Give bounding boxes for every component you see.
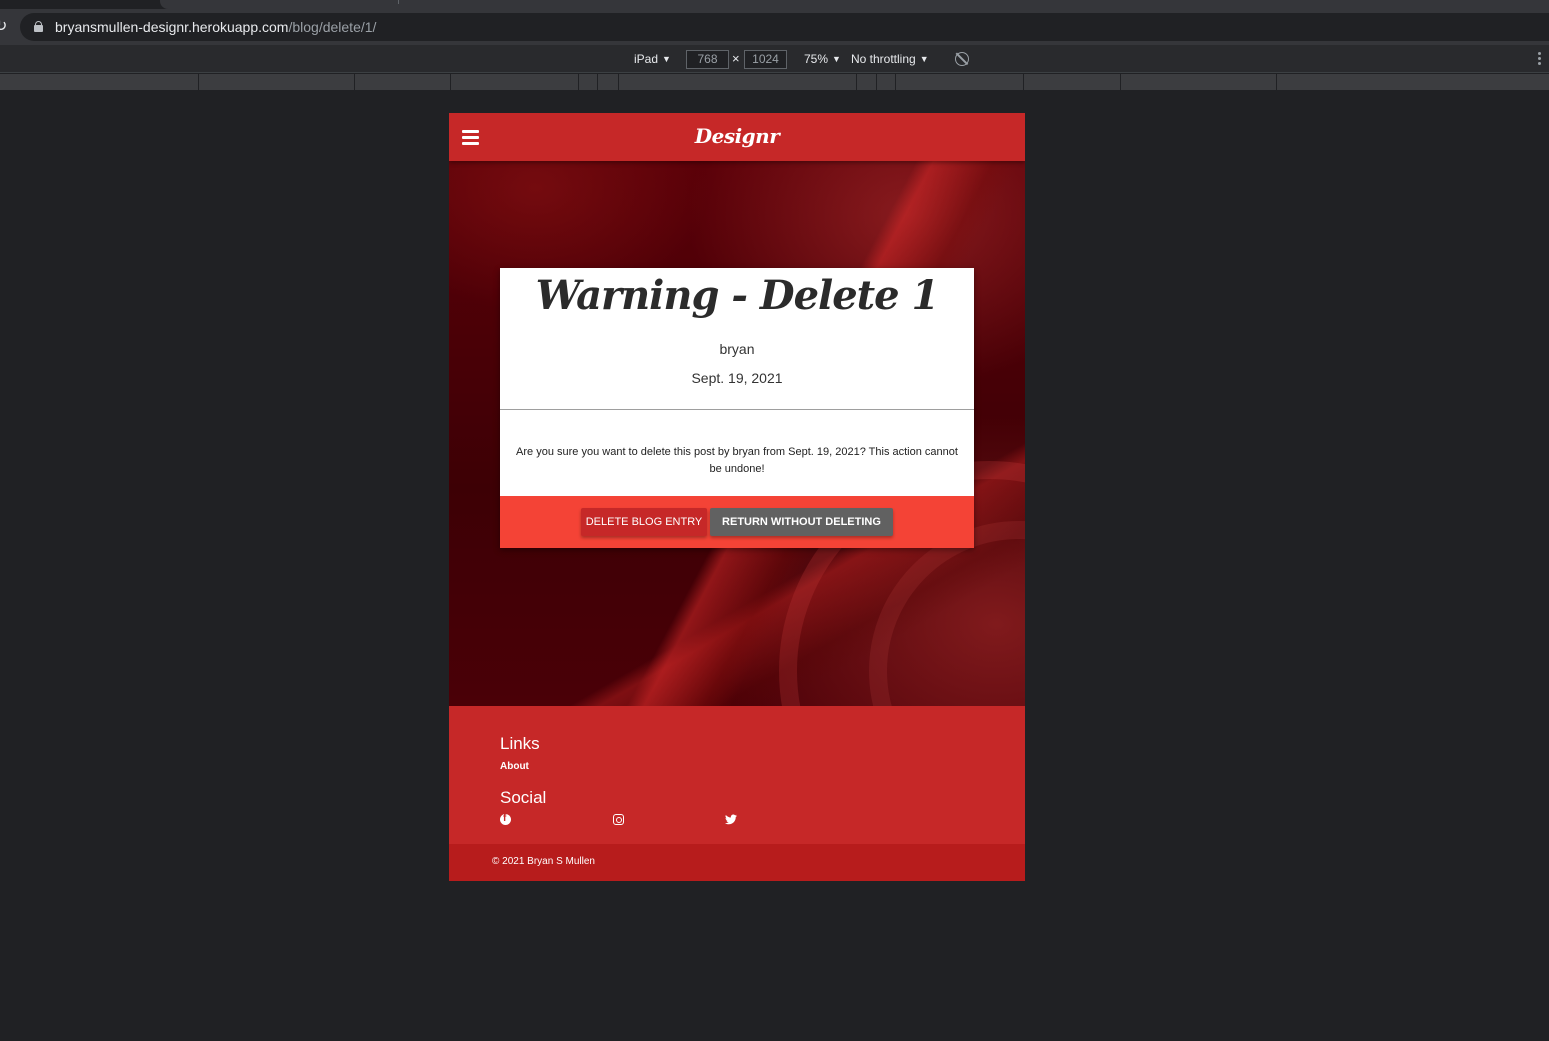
- footer-about-link[interactable]: About: [500, 761, 529, 772]
- width-input[interactable]: 768: [686, 50, 729, 69]
- post-author: bryan: [719, 341, 755, 357]
- chevron-down-icon: ▼: [662, 54, 671, 64]
- delete-warning-card: Warning - Delete 1 bryan Sept. 19, 2021 …: [500, 268, 974, 548]
- tab-separator: [398, 0, 399, 4]
- throttling-select[interactable]: No throttling ▼: [851, 52, 929, 66]
- device-viewport: Designr Warning - Delete 1 bryan Sept. 1…: [449, 113, 1025, 881]
- throttling-value: No throttling: [851, 52, 916, 66]
- active-tab[interactable]: [160, 0, 1549, 9]
- tab-strip: [0, 0, 1549, 9]
- card-title: Warning - Delete 1: [535, 272, 940, 319]
- instagram-icon[interactable]: [613, 814, 624, 825]
- chevron-down-icon: ▼: [919, 54, 929, 64]
- twitter-icon[interactable]: [725, 814, 737, 825]
- browser-toolbar: ↻ bryansmullen-designr.herokuapp.com/blo…: [0, 9, 1549, 45]
- footer-links-heading: Links: [500, 734, 540, 753]
- rotate-icon[interactable]: [955, 52, 969, 66]
- copyright-text: © 2021 Bryan S Mullen: [492, 856, 595, 867]
- media-query-bar[interactable]: [0, 74, 1549, 90]
- site-footer: Links About Social: [449, 706, 1025, 844]
- warning-message: Are you sure you want to delete this pos…: [516, 446, 958, 475]
- device-toolbar: iPad ▼ 768 × 1024 75% ▼ No throttling ▼: [0, 45, 1549, 73]
- delete-blog-entry-button[interactable]: Delete Blog Entry: [581, 508, 707, 536]
- reload-icon[interactable]: ↻: [0, 16, 8, 38]
- copyright-bar: © 2021 Bryan S Mullen: [449, 844, 1025, 881]
- address-bar[interactable]: bryansmullen-designr.herokuapp.com/blog/…: [20, 13, 1549, 41]
- device-select[interactable]: iPad ▼: [634, 52, 671, 66]
- chevron-down-icon: ▼: [832, 54, 841, 64]
- return-without-deleting-button[interactable]: Return Without Deleting: [710, 508, 893, 536]
- more-icon[interactable]: [1538, 52, 1542, 66]
- footer-social-heading: Social: [500, 788, 547, 807]
- url-host: bryansmullen-designr.herokuapp.com: [55, 19, 289, 35]
- dimension-times: ×: [732, 51, 740, 66]
- card-actions: Delete Blog Entry Return Without Deletin…: [500, 496, 974, 548]
- url-path: /blog/delete/1/: [288, 19, 377, 35]
- zoom-select[interactable]: 75% ▼: [804, 52, 841, 66]
- height-input[interactable]: 1024: [744, 50, 787, 69]
- lock-icon[interactable]: [34, 21, 43, 32]
- post-date: Sept. 19, 2021: [691, 370, 783, 386]
- site-brand[interactable]: Designr: [449, 124, 1025, 148]
- url-text[interactable]: bryansmullen-designr.herokuapp.com/blog/…: [55, 19, 376, 35]
- site-navbar: Designr: [449, 113, 1025, 161]
- device-name: iPad: [634, 52, 659, 66]
- zoom-value: 75%: [804, 52, 829, 66]
- facebook-icon[interactable]: [500, 813, 511, 825]
